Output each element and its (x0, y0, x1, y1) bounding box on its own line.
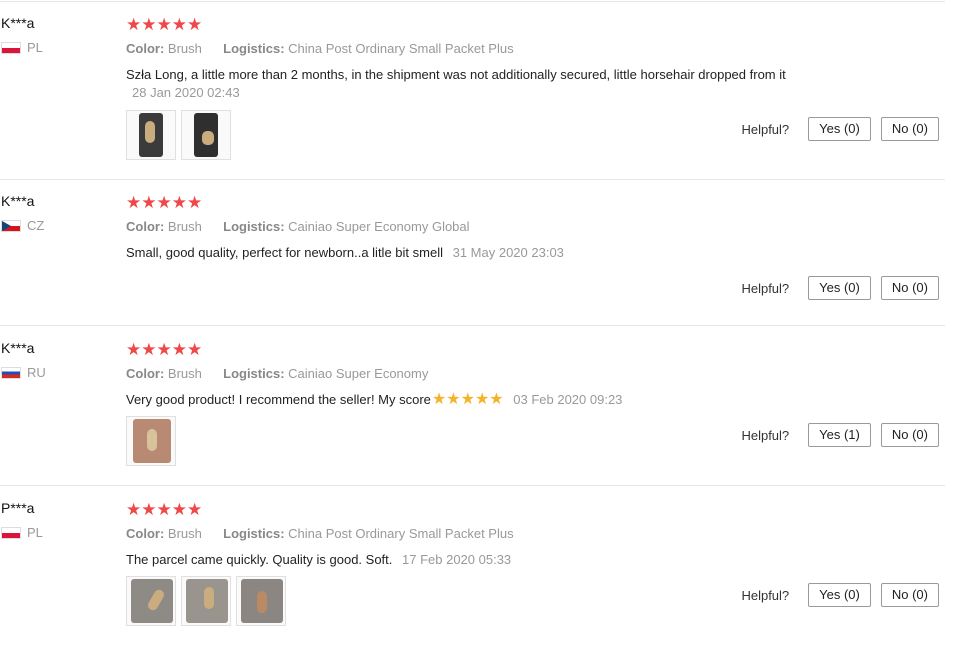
rating-stars: ★★★★★ (126, 16, 202, 34)
logistics-label: Logistics: (223, 41, 285, 56)
review-meta: Color: Brush Logistics: Cainiao Super Ec… (126, 366, 428, 381)
review-photo-thumbnail[interactable] (236, 576, 286, 626)
review-photo-thumbnail[interactable] (126, 416, 176, 466)
logistics-value: Cainiao Super Economy (288, 366, 429, 381)
czech-flag-icon (1, 219, 21, 232)
review-meta: Color: Brush Logistics: Cainiao Super Ec… (126, 219, 470, 234)
poland-flag-icon (1, 526, 21, 539)
review-date: 03 Feb 2020 09:23 (513, 392, 623, 407)
logistics-label: Logistics: (223, 366, 285, 381)
rating-stars-glyphs: ★★★★★ (126, 193, 203, 212)
helpful-yes-button[interactable]: Yes (0) (808, 117, 871, 141)
review-date: 31 May 2020 23:03 (452, 245, 564, 260)
color-label: Color: (126, 366, 165, 381)
logistics-value: China Post Ordinary Small Packet Plus (288, 41, 514, 56)
inline-star-emoji: ★★★★★ (431, 391, 504, 408)
logistics-label: Logistics: (223, 526, 285, 541)
helpful-label: Helpful? (741, 427, 790, 443)
helpful-yes-button[interactable]: Yes (1) (808, 423, 871, 447)
helpful-no-button[interactable]: No (0) (880, 276, 939, 300)
review-text: Very good product! I recommend the selle… (126, 392, 431, 407)
helpful-no-button[interactable]: No (0) (880, 423, 939, 447)
review-item: P***a PL ★★★★★ Color: Brush Logistics: C… (0, 487, 945, 643)
poland-flag-icon (1, 41, 21, 54)
review-item: K***a PL ★★★★★ Color: Brush Logistics: C… (0, 2, 945, 180)
rating-stars: ★★★★★ (126, 194, 202, 212)
rating-stars-glyphs: ★★★★★ (126, 500, 203, 519)
review-body: Szła Long, a little more than 2 months, … (126, 66, 886, 102)
reviewer-country: PL (1, 40, 43, 55)
helpful-no-button[interactable]: No (0) (880, 583, 939, 607)
color-label: Color: (126, 41, 165, 56)
review-photo-thumbnail[interactable] (181, 576, 231, 626)
review-photo-thumbnail[interactable] (126, 110, 176, 160)
russia-flag-icon (1, 366, 21, 379)
review-body: Very good product! I recommend the selle… (126, 391, 886, 409)
review-photos (126, 576, 286, 626)
helpful-no-button[interactable]: No (0) (880, 117, 939, 141)
logistics-value: China Post Ordinary Small Packet Plus (288, 526, 514, 541)
helpful-vote: Helpful? Yes (0) No (0) (741, 583, 939, 607)
country-code: PL (27, 40, 43, 55)
logistics-value: Cainiao Super Economy Global (288, 219, 470, 234)
country-code: CZ (27, 218, 45, 233)
reviewer-name: K***a (1, 15, 35, 31)
helpful-vote: Helpful? Yes (1) No (0) (741, 423, 939, 447)
reviewer-name: K***a (1, 193, 35, 209)
reviewer-country: RU (1, 365, 46, 380)
reviewer-country: CZ (1, 218, 44, 233)
color-label: Color: (126, 526, 165, 541)
country-code: RU (27, 365, 46, 380)
color-value: Brush (167, 366, 202, 381)
review-body: Small, good quality, perfect for newborn… (126, 244, 886, 262)
helpful-yes-button[interactable]: Yes (0) (808, 583, 871, 607)
color-label: Color: (126, 219, 165, 234)
review-body: The parcel came quickly. Quality is good… (126, 551, 886, 569)
review-photo-thumbnail[interactable] (126, 576, 176, 626)
helpful-label: Helpful? (741, 121, 790, 137)
review-photos (126, 416, 176, 466)
reviewer-country: PL (1, 525, 43, 540)
helpful-vote: Helpful? Yes (0) No (0) (741, 276, 939, 300)
rating-stars: ★★★★★ (126, 341, 202, 359)
rating-stars: ★★★★★ (126, 501, 202, 519)
review-photo-thumbnail[interactable] (181, 110, 231, 160)
review-photos (126, 110, 231, 160)
color-value: Brush (167, 219, 202, 234)
color-value: Brush (167, 41, 202, 56)
rating-stars-glyphs: ★★★★★ (126, 340, 203, 359)
review-text: The parcel came quickly. Quality is good… (126, 552, 393, 567)
logistics-label: Logistics: (223, 219, 285, 234)
rating-stars-glyphs: ★★★★★ (126, 15, 203, 34)
reviewer-name: P***a (1, 500, 35, 516)
helpful-yes-button[interactable]: Yes (0) (808, 276, 871, 300)
review-item: K***a RU ★★★★★ Color: Brush Logistics: C… (0, 327, 945, 486)
helpful-vote: Helpful? Yes (0) No (0) (741, 117, 939, 141)
review-item: K***a CZ ★★★★★ Color: Brush Logistics: C… (0, 180, 945, 326)
review-date: 17 Feb 2020 05:33 (402, 552, 512, 567)
country-code: PL (27, 525, 43, 540)
color-value: Brush (167, 526, 202, 541)
review-meta: Color: Brush Logistics: China Post Ordin… (126, 526, 514, 541)
review-text: Small, good quality, perfect for newborn… (126, 245, 443, 260)
helpful-label: Helpful? (741, 587, 790, 603)
helpful-label: Helpful? (741, 280, 790, 296)
reviewer-name: K***a (1, 340, 35, 356)
review-meta: Color: Brush Logistics: China Post Ordin… (126, 41, 514, 56)
review-text: Szła Long, a little more than 2 months, … (126, 67, 786, 82)
review-date: 28 Jan 2020 02:43 (132, 85, 240, 100)
